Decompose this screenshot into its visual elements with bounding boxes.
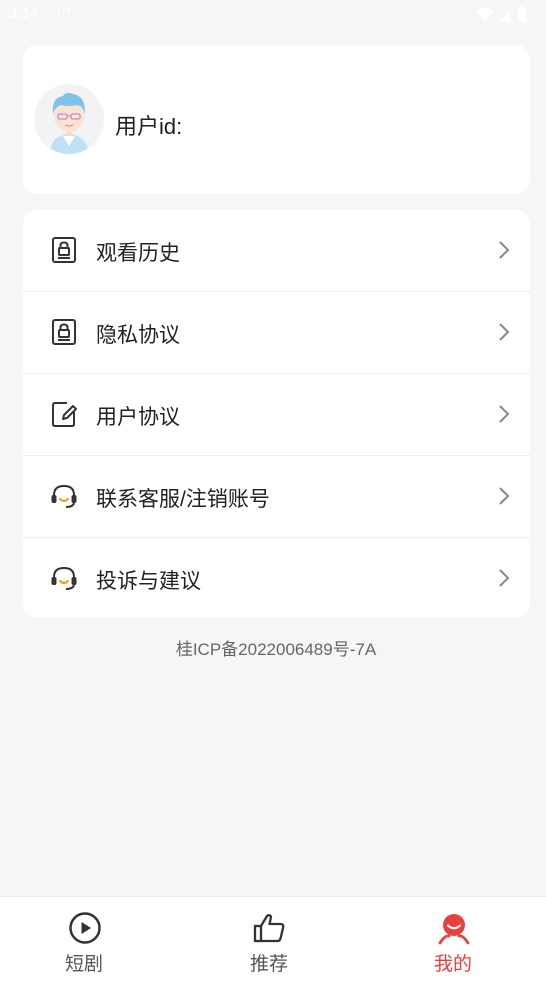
play-circle-icon — [69, 912, 101, 944]
menu-card: 观看历史 隐私协议 用户协议 联系客服/注销账号 投诉与建议 — [23, 210, 530, 617]
menu-item-watch-history[interactable]: 观看历史 — [23, 210, 530, 291]
menu-item-customer-service[interactable]: 联系客服/注销账号 — [23, 455, 530, 537]
edit-document-icon — [52, 402, 77, 427]
tab-label: 短剧 — [64, 954, 103, 975]
user-id-label: 用户id: — [115, 114, 183, 139]
tab-label: 我的 — [433, 954, 472, 975]
avatar[interactable] — [34, 84, 104, 154]
lock-document-icon — [52, 237, 76, 263]
user-avatar-icon — [50, 92, 88, 154]
tab-mine[interactable]: 我的 — [393, 897, 513, 985]
menu-item-privacy-policy[interactable]: 隐私协议 — [23, 291, 530, 373]
bottom-nav: 短剧 推荐 我的 — [0, 896, 546, 985]
status-indicators-icon — [476, 6, 526, 22]
menu-item-label: 联系客服/注销账号 — [96, 488, 270, 511]
notification-icon — [58, 8, 70, 20]
menu-item-feedback[interactable]: 投诉与建议 — [23, 537, 530, 617]
chevron-right-icon — [499, 569, 510, 587]
chevron-right-icon — [499, 323, 510, 341]
status-bar: 3:14 — [0, 0, 546, 30]
menu-item-label: 投诉与建议 — [96, 570, 201, 593]
menu-item-label: 观看历史 — [96, 242, 180, 265]
chevron-right-icon — [499, 405, 510, 423]
icp-license-text: 桂ICP备2022006489号-7A — [175, 640, 377, 659]
menu-item-user-agreement[interactable]: 用户协议 — [23, 373, 530, 455]
profile-icon — [438, 914, 470, 945]
tab-recommend[interactable]: 推荐 — [209, 897, 329, 985]
menu-item-label: 用户协议 — [96, 406, 180, 429]
thumbs-up-icon — [253, 914, 285, 943]
tab-label: 推荐 — [249, 954, 288, 975]
lock-document-icon — [52, 319, 76, 345]
menu-item-label: 隐私协议 — [96, 324, 180, 347]
status-time: 3:14 — [8, 5, 40, 22]
headset-icon — [51, 484, 77, 508]
chevron-right-icon — [499, 241, 510, 259]
chevron-right-icon — [499, 487, 510, 505]
profile-card: 用户id: — [23, 45, 530, 194]
headset-icon — [51, 566, 77, 590]
tab-short-drama[interactable]: 短剧 — [24, 897, 144, 985]
